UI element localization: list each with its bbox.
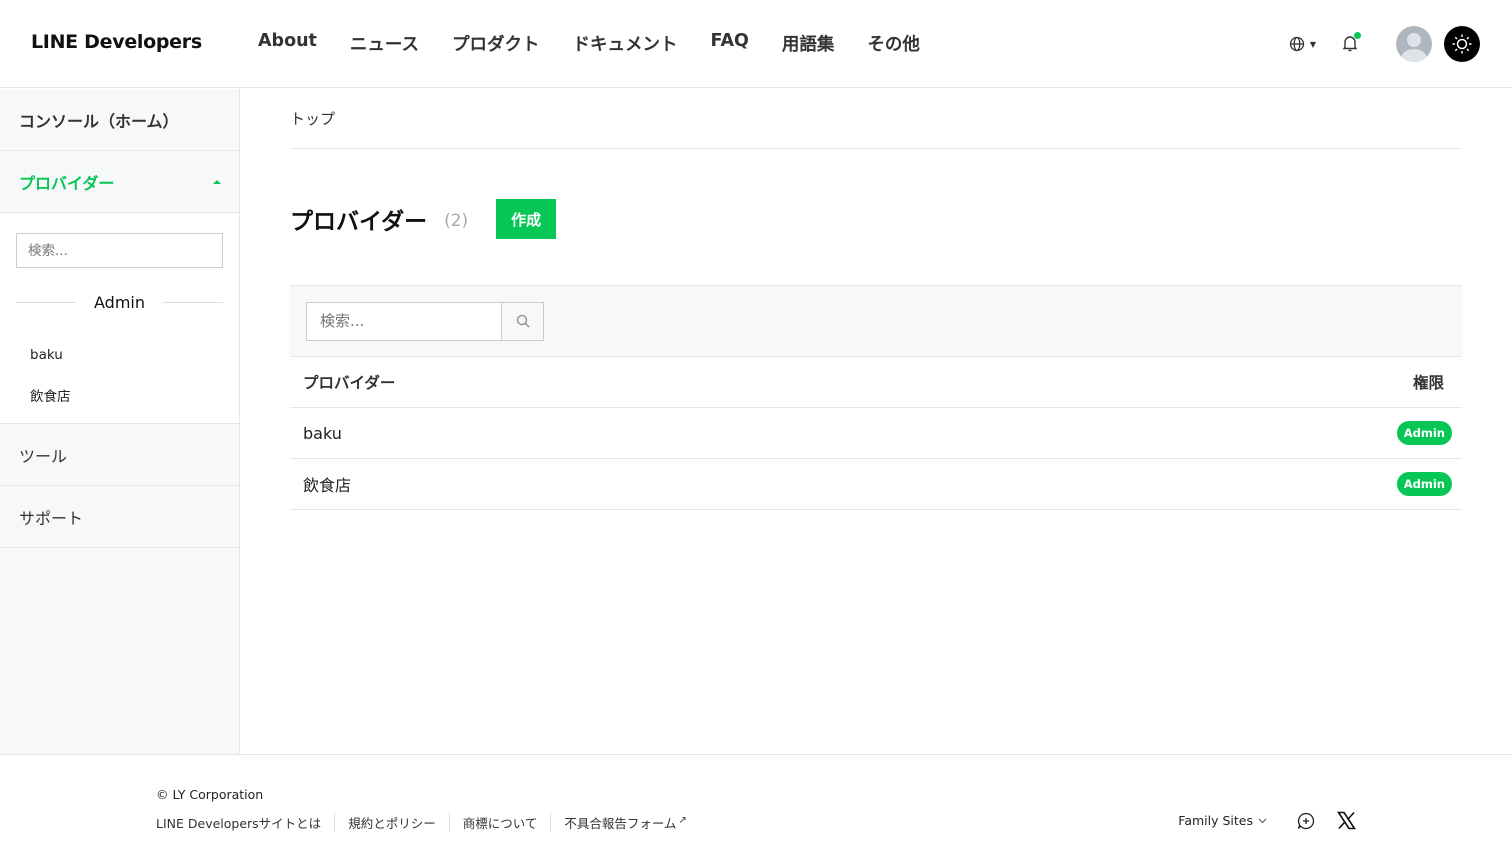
sidebar: コンソール（ホーム） プロバイダー Admin baku 飲食店 ツール サポー…	[0, 89, 240, 754]
sidebar-item-label: プロバイダー	[19, 173, 115, 193]
sidebar-item-tools[interactable]: ツール	[0, 424, 239, 486]
family-sites-label: Family Sites	[1178, 813, 1253, 828]
nav-docs[interactable]: ドキュメント	[573, 31, 678, 56]
chat-plus-icon[interactable]	[1297, 812, 1315, 830]
table-row[interactable]: baku Admin	[290, 408, 1462, 459]
search-bar	[290, 286, 1462, 357]
provider-name[interactable]: 飲食店	[303, 472, 351, 496]
role-badge: Admin	[1396, 472, 1452, 496]
sidebar-provider-item[interactable]: baku	[16, 335, 223, 375]
group-label: Admin	[94, 293, 145, 312]
provider-table-panel: プロバイダー 権限 baku Admin 飲食店 Admin	[290, 285, 1462, 510]
provider-name[interactable]: baku	[303, 424, 342, 443]
avatar-body	[1401, 49, 1427, 62]
nav-more[interactable]: その他	[867, 31, 920, 56]
language-selector[interactable]: ▼	[1289, 36, 1316, 52]
global-header: LINE Developers About ニュース プロダクト ドキュメント …	[0, 0, 1512, 88]
global-nav: About ニュース プロダクト ドキュメント FAQ 用語集 その他	[258, 31, 953, 56]
title-row: プロバイダー (2) 作成	[290, 199, 1462, 239]
footer-links: LINE Developersサイトとは 規約とポリシー 商標について 不具合報…	[156, 813, 687, 832]
nav-products[interactable]: プロダクト	[452, 31, 540, 56]
search-icon	[516, 314, 529, 328]
page-title: プロバイダー	[290, 209, 428, 235]
theme-toggle-button[interactable]	[1444, 26, 1480, 62]
sidebar-search-input[interactable]	[16, 233, 223, 268]
role-badge: Admin	[1396, 421, 1452, 445]
footer: © LY Corporation LINE Developersサイトとは 規約…	[0, 754, 1512, 861]
nav-faq[interactable]: FAQ	[711, 31, 749, 56]
collapse-icon	[213, 179, 221, 184]
column-header-provider: プロバイダー	[303, 374, 396, 392]
site-logo[interactable]: LINE Developers	[31, 31, 202, 53]
copyright: © LY Corporation	[156, 787, 264, 802]
footer-link-trademark[interactable]: 商標について	[463, 813, 552, 832]
family-sites-dropdown[interactable]: Family Sites	[1178, 813, 1267, 828]
divider-line	[16, 302, 76, 303]
header-actions: ▼	[1289, 25, 1480, 63]
x-logo-icon[interactable]	[1337, 811, 1356, 830]
notification-button[interactable]	[1342, 32, 1361, 53]
footer-link-about[interactable]: LINE Developersサイトとは	[156, 813, 336, 832]
column-header-role: 権限	[1412, 374, 1444, 392]
main-content: トップ プロバイダー (2) 作成 プロバイダー 権限 baku Admin 飲…	[290, 89, 1462, 510]
group-divider: Admin	[16, 293, 223, 312]
create-button[interactable]: 作成	[496, 199, 557, 239]
notification-dot	[1354, 32, 1361, 39]
breadcrumb-top[interactable]: トップ	[290, 108, 335, 129]
search-input[interactable]	[306, 301, 501, 341]
nav-about[interactable]: About	[258, 31, 317, 56]
footer-link-label: 不具合報告フォーム	[564, 816, 677, 831]
provider-count: (2)	[444, 210, 469, 231]
sidebar-item-providers[interactable]: プロバイダー	[0, 151, 239, 213]
breadcrumb: トップ	[290, 89, 1462, 149]
footer-right: Family Sites	[1178, 811, 1356, 830]
sun-icon	[1452, 34, 1472, 54]
footer-link-terms[interactable]: 規約とポリシー	[348, 813, 450, 832]
search-button[interactable]	[501, 301, 544, 341]
globe-icon	[1289, 36, 1304, 52]
divider-line	[163, 302, 223, 303]
external-link-icon: ↗	[678, 814, 687, 826]
chevron-down-icon	[1258, 818, 1267, 823]
avatar[interactable]	[1396, 26, 1432, 62]
sidebar-provider-item[interactable]: 飲食店	[16, 375, 223, 415]
sidebar-item-support[interactable]: サポート	[0, 486, 239, 548]
nav-news[interactable]: ニュース	[350, 31, 419, 56]
caret-down-icon: ▼	[1309, 39, 1316, 49]
nav-glossary[interactable]: 用語集	[782, 31, 835, 56]
footer-link-bug-report[interactable]: 不具合報告フォーム ↗	[564, 813, 687, 832]
sidebar-item-console[interactable]: コンソール（ホーム）	[0, 89, 239, 151]
table-row[interactable]: 飲食店 Admin	[290, 459, 1462, 510]
avatar-head	[1407, 33, 1421, 47]
table-header: プロバイダー 権限	[290, 357, 1462, 408]
sidebar-provider-panel: Admin baku 飲食店	[0, 213, 239, 424]
